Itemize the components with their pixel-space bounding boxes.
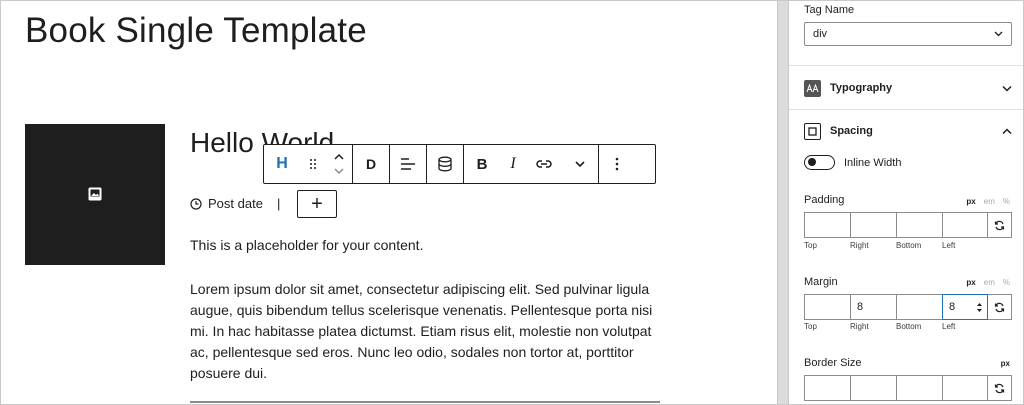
editor-sidebar-divider[interactable] [777,1,789,404]
padding-bottom-input[interactable] [896,212,942,238]
side-label-left: Left [942,322,956,331]
toolbar-group-transform: D [353,145,390,183]
move-up-down-icon[interactable] [326,145,352,183]
content-paragraph[interactable]: Lorem ipsum dolor sit amet, consectetur … [190,279,660,384]
margin-unit-selector: px em % [966,278,1010,287]
typography-panel-toggle[interactable]: Typography [804,78,1012,98]
unit-em[interactable]: em [984,278,995,287]
align-icon[interactable] [390,145,426,183]
side-label-left: Left [942,241,956,250]
toolbar-group-block: H [264,145,353,183]
padding-inputs [804,212,1012,238]
settings-sidebar: Tag Name div Typography Spacing Inline W… [789,1,1023,404]
margin-left-value: 8 [949,301,956,313]
side-label-bottom: Bottom [896,241,922,250]
unit-em[interactable]: em [984,197,995,206]
border-top-input[interactable] [804,375,850,401]
italic-button[interactable]: I [500,145,526,183]
border-size-inputs [804,375,1012,401]
block-toolbar: H D B I [263,144,656,184]
side-label-right: Right [850,322,869,331]
heading-block-button[interactable]: H [264,145,300,183]
margin-left-input[interactable]: 8 [942,294,988,320]
side-label-bottom: Bottom [896,322,922,331]
content-separator [190,401,660,403]
panel-divider [789,65,1023,66]
transform-button[interactable]: D [353,145,389,183]
image-icon [88,187,102,201]
unit-percent[interactable]: % [1003,278,1010,287]
sync-icon[interactable] [988,294,1012,320]
margin-bottom-input[interactable] [896,294,942,320]
padding-right-input[interactable] [850,212,896,238]
side-label-right: Right [850,241,869,250]
border-size-unit-selector: px [1001,359,1010,368]
unit-percent[interactable]: % [1003,197,1010,206]
toolbar-group-data [427,145,464,183]
page-title: Book Single Template [25,11,367,50]
typography-icon [804,79,821,97]
margin-label: Margin [804,276,838,288]
padding-top-input[interactable] [804,212,850,238]
spacing-panel-toggle[interactable]: Spacing [804,121,1012,141]
side-label-top: Top [804,322,817,331]
toolbar-group-format: B I [464,145,599,183]
padding-left-input[interactable] [942,212,988,238]
sync-icon[interactable] [988,375,1012,401]
padding-label: Padding [804,194,845,206]
toolbar-group-options [599,145,635,183]
post-date-separator: | [276,196,281,211]
app-frame: Book Single Template Hello World Post da… [0,0,1024,405]
sync-icon[interactable] [988,212,1012,238]
clock-icon [190,197,202,210]
inline-width-toggle[interactable] [804,155,835,170]
editor-canvas: Book Single Template Hello World Post da… [1,1,777,404]
panel-divider [789,109,1023,110]
tag-name-select[interactable]: div [804,22,1012,46]
spacing-icon [804,122,821,140]
content-placeholder[interactable]: This is a placeholder for your content. [190,235,660,256]
padding-side-labels: Top Right Bottom Left [804,241,1012,250]
unit-px[interactable]: px [966,278,975,287]
more-formats-icon[interactable] [562,145,598,183]
typography-label: Typography [830,82,893,94]
margin-inputs: 8 8 [804,294,1012,320]
side-label-top: Top [804,241,817,250]
tag-name-value: div [813,28,828,40]
border-bottom-input[interactable] [896,375,942,401]
toolbar-group-align [390,145,427,183]
chevron-down-icon [1002,85,1012,92]
margin-top-input[interactable] [804,294,850,320]
inline-width-row: Inline Width [804,155,901,170]
unit-px[interactable]: px [1001,359,1010,368]
drag-handle-icon[interactable] [300,145,326,183]
database-icon[interactable] [427,145,463,183]
inline-width-label: Inline Width [844,156,902,169]
tag-name-label: Tag Name [804,4,855,16]
border-left-input[interactable] [942,375,988,401]
featured-image-placeholder[interactable] [25,124,165,265]
options-icon[interactable] [599,145,635,183]
post-date[interactable]: Post date | [190,196,280,211]
bold-button[interactable]: B [464,145,500,183]
chevron-up-icon [1002,127,1012,134]
padding-unit-selector: px em % [966,197,1010,206]
add-block-button[interactable]: + [297,190,337,218]
border-size-label: Border Size [804,357,862,369]
border-right-input[interactable] [850,375,896,401]
chevron-down-icon [994,31,1003,37]
unit-px[interactable]: px [966,197,975,206]
margin-right-input[interactable]: 8 [850,294,896,320]
link-icon[interactable] [526,145,562,183]
spacing-label: Spacing [830,125,873,137]
margin-side-labels: Top Right Bottom Left [804,322,1012,331]
post-date-label: Post date [208,196,263,211]
spinner-icon[interactable] [976,302,983,313]
